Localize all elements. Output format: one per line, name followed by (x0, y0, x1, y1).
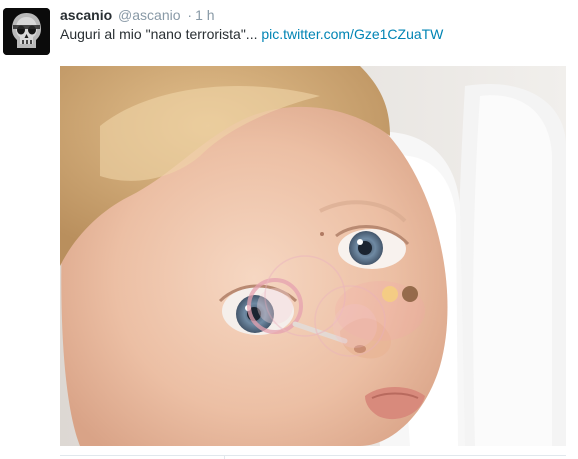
user-name[interactable]: ascanio (60, 7, 112, 23)
tweet-text: Auguri al mio "nano terrorista"... pic.t… (60, 25, 568, 43)
user-handle[interactable]: @ascanio (118, 7, 180, 23)
tweet-photo[interactable] (60, 66, 566, 446)
tweet-timestamp[interactable]: 1 h (195, 7, 214, 23)
tweet-text-body: Auguri al mio "nano terrorista"... (60, 26, 262, 42)
separator-dot: · (187, 7, 193, 23)
tweet-footer-divider (60, 455, 566, 459)
tweet-header: ascanio @ascanio · 1 h (60, 6, 568, 24)
skull-avatar-icon (3, 8, 50, 55)
tweet-media-link[interactable]: pic.twitter.com/Gze1CZuaTW (261, 26, 443, 42)
tweet: ascanio @ascanio · 1 h Auguri al mio "nan… (0, 0, 578, 459)
user-avatar[interactable] (3, 8, 50, 55)
baby-photo (60, 66, 566, 446)
divider-tick (224, 455, 225, 459)
